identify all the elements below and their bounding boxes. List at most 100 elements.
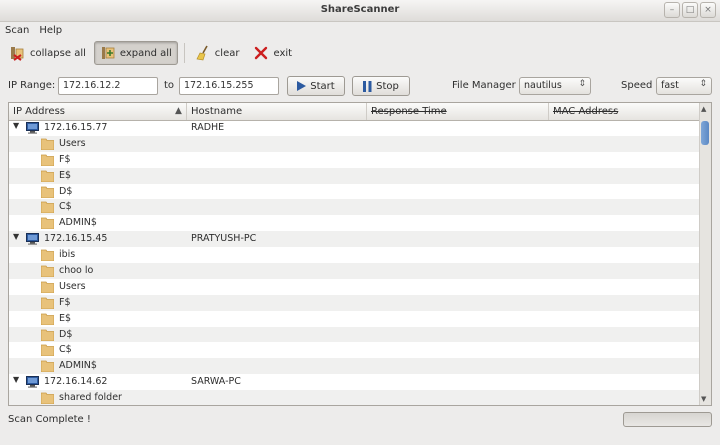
share-row[interactable]: shared folder [9, 390, 699, 405]
share-row[interactable]: Users [9, 279, 699, 295]
host-ip: 172.16.15.77 [44, 122, 108, 133]
share-name: C$ [59, 201, 72, 213]
pause-icon [363, 80, 372, 92]
host-name: PRATYUSH-PC [191, 233, 257, 245]
start-label: Start [310, 80, 335, 92]
computer-icon [26, 233, 39, 248]
column-header: IP Address ▲ Hostname Response Time MAC … [9, 103, 711, 121]
exit-x-icon [255, 46, 268, 60]
menu-bar: Scan Help [0, 22, 720, 39]
share-name: shared folder [59, 392, 122, 404]
share-name: D$ [59, 328, 73, 340]
share-row[interactable]: E$ [9, 311, 699, 327]
share-row[interactable]: C$ [9, 342, 699, 358]
column-response-label: Response Time [371, 106, 447, 117]
share-name: ADMIN$ [59, 217, 97, 229]
share-name: D$ [59, 185, 73, 197]
expander-open-icon[interactable]: ▼ [13, 121, 19, 130]
host-row[interactable]: ▼ 172.16.14.62 SARWA-PC [9, 374, 699, 390]
speed-select[interactable]: fast ⇕ [656, 77, 712, 95]
folder-icon [40, 217, 55, 232]
share-name: Users [59, 280, 86, 292]
host-row[interactable]: ▼ 172.16.15.77 RADHE [9, 120, 699, 136]
share-name: choo lo [59, 265, 94, 277]
column-mac-address[interactable]: MAC Address [549, 103, 699, 120]
stop-label: Stop [376, 80, 399, 92]
scroll-down-icon[interactable]: ▼ [701, 395, 706, 403]
folder-icon [40, 186, 55, 201]
column-hostname[interactable]: Hostname [187, 103, 367, 120]
file-manager-label: File Manager [452, 80, 516, 91]
share-row[interactable]: F$ [9, 294, 699, 312]
close-button[interactable]: × [700, 2, 716, 18]
minimize-button[interactable]: – [664, 2, 680, 18]
share-row[interactable]: choo lo [9, 263, 699, 279]
share-row[interactable]: ibis [9, 247, 699, 263]
collapse-all-button[interactable]: collapse all [4, 41, 92, 65]
exit-button[interactable]: exit [247, 41, 298, 65]
share-row[interactable]: D$ [9, 326, 699, 344]
share-name: ADMIN$ [59, 360, 97, 372]
ip-range-label: IP Range: [8, 80, 56, 91]
column-hostname-label: Hostname [191, 106, 243, 117]
share-row[interactable]: ADMIN$ [9, 358, 699, 375]
folder-icon [40, 297, 55, 312]
share-row[interactable]: Users [9, 135, 699, 153]
column-ip-address[interactable]: IP Address ▲ [9, 103, 187, 120]
share-row[interactable]: ADMIN$ [9, 215, 699, 231]
scroll-thumb[interactable] [701, 121, 709, 145]
expander-open-icon[interactable]: ▼ [13, 375, 19, 384]
host-ip: 172.16.15.45 [44, 233, 108, 245]
share-row[interactable]: F$ [9, 152, 699, 168]
window-title: ShareScanner [320, 4, 400, 15]
expand-all-button[interactable]: expand all [93, 41, 178, 65]
spin-arrows-icon: ⇕ [699, 79, 707, 89]
maximize-button[interactable]: □ [682, 2, 698, 18]
collapse-icon [11, 47, 24, 61]
start-button[interactable]: Start [287, 76, 345, 96]
expander-open-icon[interactable]: ▼ [13, 232, 19, 241]
collapse-all-label: collapse all [30, 47, 86, 59]
ip-start-input[interactable]: 172.16.12.2 [58, 77, 158, 95]
expand-icon [101, 47, 115, 59]
share-row[interactable]: E$ [9, 167, 699, 184]
column-response-time[interactable]: Response Time [367, 103, 549, 120]
host-ip: 172.16.14.62 [44, 376, 108, 388]
tree-rows: ▼ 172.16.15.77 RADHE Users F$ E$ D$ C$ ADMIN$ ▼ 17… [9, 120, 699, 405]
host-name: SARWA-PC [191, 376, 241, 388]
folder-icon [40, 360, 55, 375]
clear-button[interactable]: clear [189, 41, 246, 65]
ip-end-input[interactable]: 172.16.15.255 [179, 77, 279, 95]
play-icon [297, 81, 307, 91]
menu-help[interactable]: Help [34, 25, 67, 36]
host-row[interactable]: ▼ 172.16.15.45 PRATYUSH-PC [9, 231, 699, 248]
column-mac-label: MAC Address [553, 106, 619, 117]
folder-icon [40, 329, 55, 344]
folder-icon [40, 138, 55, 153]
file-manager-select[interactable]: nautilus ⇕ [519, 77, 591, 95]
host-name: RADHE [191, 122, 225, 133]
title-bar: ShareScanner – □ × [0, 0, 720, 22]
scan-progress-bar [623, 412, 712, 427]
scroll-up-icon[interactable]: ▲ [701, 105, 706, 113]
folder-icon [40, 392, 55, 405]
stop-button[interactable]: Stop [352, 76, 410, 96]
share-name: F$ [59, 153, 71, 165]
broom-icon [196, 45, 208, 61]
folder-icon [40, 313, 55, 328]
share-name: E$ [59, 312, 72, 324]
share-name: ibis [59, 249, 76, 261]
share-tree-view[interactable]: IP Address ▲ Hostname Response Time MAC … [8, 102, 712, 406]
share-row[interactable]: D$ [9, 184, 699, 200]
spin-arrows-icon: ⇕ [578, 79, 586, 89]
menu-scan[interactable]: Scan [0, 25, 34, 36]
status-text: Scan Complete ! [8, 414, 91, 425]
vertical-scrollbar[interactable]: ▲ ▼ [699, 103, 711, 405]
sort-ascending-icon: ▲ [175, 106, 182, 116]
folder-icon [40, 265, 55, 280]
toolbar: collapse all expand all clear exit [0, 40, 720, 66]
computer-icon [26, 122, 39, 137]
folder-icon [40, 281, 55, 296]
share-row[interactable]: C$ [9, 199, 699, 216]
expand-all-label: expand all [119, 47, 172, 59]
